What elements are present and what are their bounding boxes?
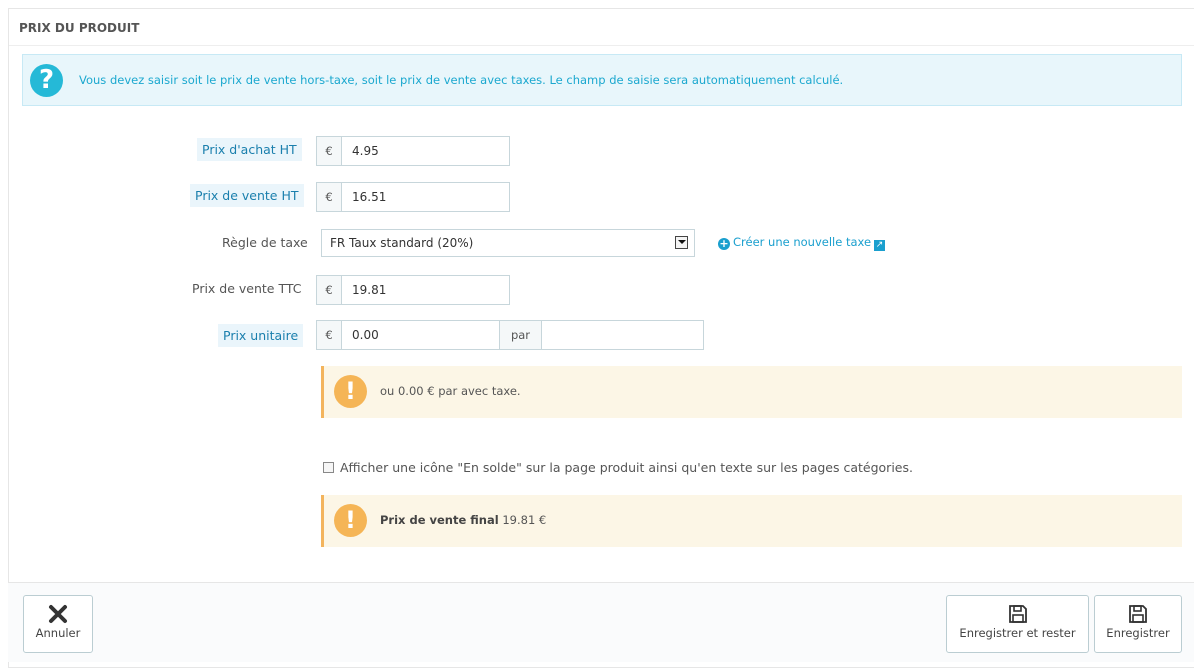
info-alert: ? Vous devez saisir soit le prix de vent… xyxy=(22,54,1182,106)
unit-price-input[interactable]: 0.00 xyxy=(342,320,500,350)
on-sale-row: Afficher une icône "En solde" sur la pag… xyxy=(323,461,913,475)
price-incl-input[interactable]: 19.81 xyxy=(342,275,510,305)
currency-addon: € xyxy=(316,182,342,212)
currency-addon: € xyxy=(316,320,342,350)
on-sale-checkbox[interactable] xyxy=(323,462,334,473)
unit-price-group: € 0.00 par xyxy=(316,320,704,350)
create-tax-link-text: Créer une nouvelle taxe xyxy=(733,235,872,249)
unit-price-label[interactable]: Prix unitaire xyxy=(218,324,304,347)
price-excl-label[interactable]: Prix de vente HT xyxy=(190,184,304,207)
save-and-stay-label: Enregistrer et rester xyxy=(959,626,1076,640)
unit-price-alert: ! ou 0.00 € par avec taxe. xyxy=(321,366,1182,418)
save-icon xyxy=(1129,605,1147,623)
price-incl-label: Prix de vente TTC xyxy=(192,281,302,296)
price-excl-input[interactable]: 16.51 xyxy=(342,182,510,212)
final-price-value: 19.81 € xyxy=(498,513,547,527)
price-excl-group: € 16.51 xyxy=(316,182,510,212)
dropdown-arrow-icon[interactable] xyxy=(675,236,688,249)
exclamation-icon: ! xyxy=(334,375,367,408)
per-addon: par xyxy=(500,320,542,350)
cancel-button[interactable]: Annuler xyxy=(23,595,93,653)
external-link-icon: ↗ xyxy=(874,240,886,251)
final-price-label: Prix de vente final xyxy=(380,513,499,527)
final-price-alert: ! Prix de vente final 19.81 € xyxy=(321,495,1182,547)
currency-addon: € xyxy=(316,275,342,305)
wholesale-price-label[interactable]: Prix d'achat HT xyxy=(197,138,302,161)
final-price-alert-text: Prix de vente final 19.81 € xyxy=(380,495,546,545)
tax-rule-label: Règle de taxe xyxy=(222,235,308,250)
tax-rule-selected: FR Taux standard (20%) xyxy=(330,236,474,250)
save-button[interactable]: Enregistrer xyxy=(1094,595,1182,653)
save-icon xyxy=(1008,605,1027,623)
cancel-label: Annuler xyxy=(35,626,81,640)
panel-title: PRIX DU PRODUIT xyxy=(9,9,1194,46)
exclamation-icon: ! xyxy=(334,504,367,537)
unity-input[interactable] xyxy=(542,320,704,350)
currency-addon: € xyxy=(316,136,342,166)
unit-price-alert-text: ou 0.00 € par avec taxe. xyxy=(380,384,521,398)
question-icon: ? xyxy=(30,64,63,97)
plus-circle-icon: + xyxy=(718,237,730,250)
save-label: Enregistrer xyxy=(1106,626,1170,640)
wholesale-price-input[interactable]: 4.95 xyxy=(342,136,510,166)
tax-rule-select[interactable]: FR Taux standard (20%) xyxy=(321,229,695,257)
on-sale-label[interactable]: Afficher une icône "En solde" sur la pag… xyxy=(340,460,913,475)
info-alert-text: Vous devez saisir soit le prix de vente … xyxy=(79,73,844,87)
wholesale-price-group: € 4.95 xyxy=(316,136,510,166)
create-tax-link[interactable]: + Créer une nouvelle taxe ↗ xyxy=(718,235,886,251)
price-incl-group: € 19.81 xyxy=(316,275,510,305)
close-icon xyxy=(49,605,67,623)
save-and-stay-button[interactable]: Enregistrer et rester xyxy=(946,595,1089,653)
